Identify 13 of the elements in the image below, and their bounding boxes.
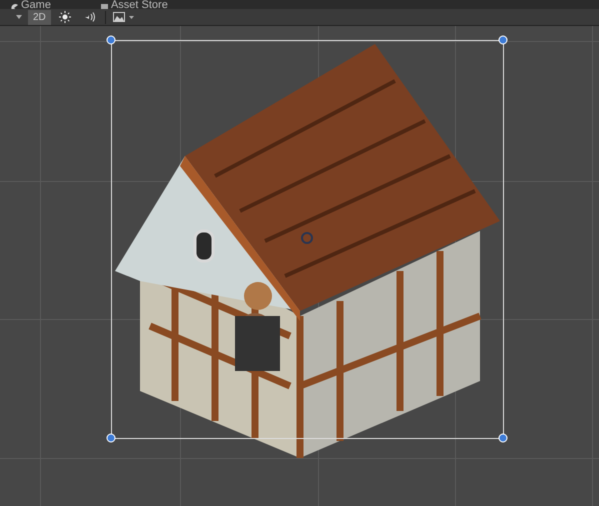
tab[interactable]: Asset Store — [110, 0, 168, 9]
resize-handle[interactable] — [498, 36, 508, 44]
sun-icon — [58, 11, 71, 23]
caret-icon — [128, 16, 134, 18]
resize-handle[interactable] — [106, 434, 116, 442]
resize-handle[interactable] — [106, 36, 116, 44]
speaker-icon — [84, 11, 98, 23]
resize-handle[interactable] — [498, 434, 508, 442]
landscape-image-icon — [112, 12, 125, 22]
tab[interactable]: Game — [21, 0, 51, 9]
caret-icon — [16, 15, 22, 19]
2d-toggle[interactable]: 2D — [28, 10, 51, 24]
pivot-handle[interactable] — [301, 232, 313, 244]
